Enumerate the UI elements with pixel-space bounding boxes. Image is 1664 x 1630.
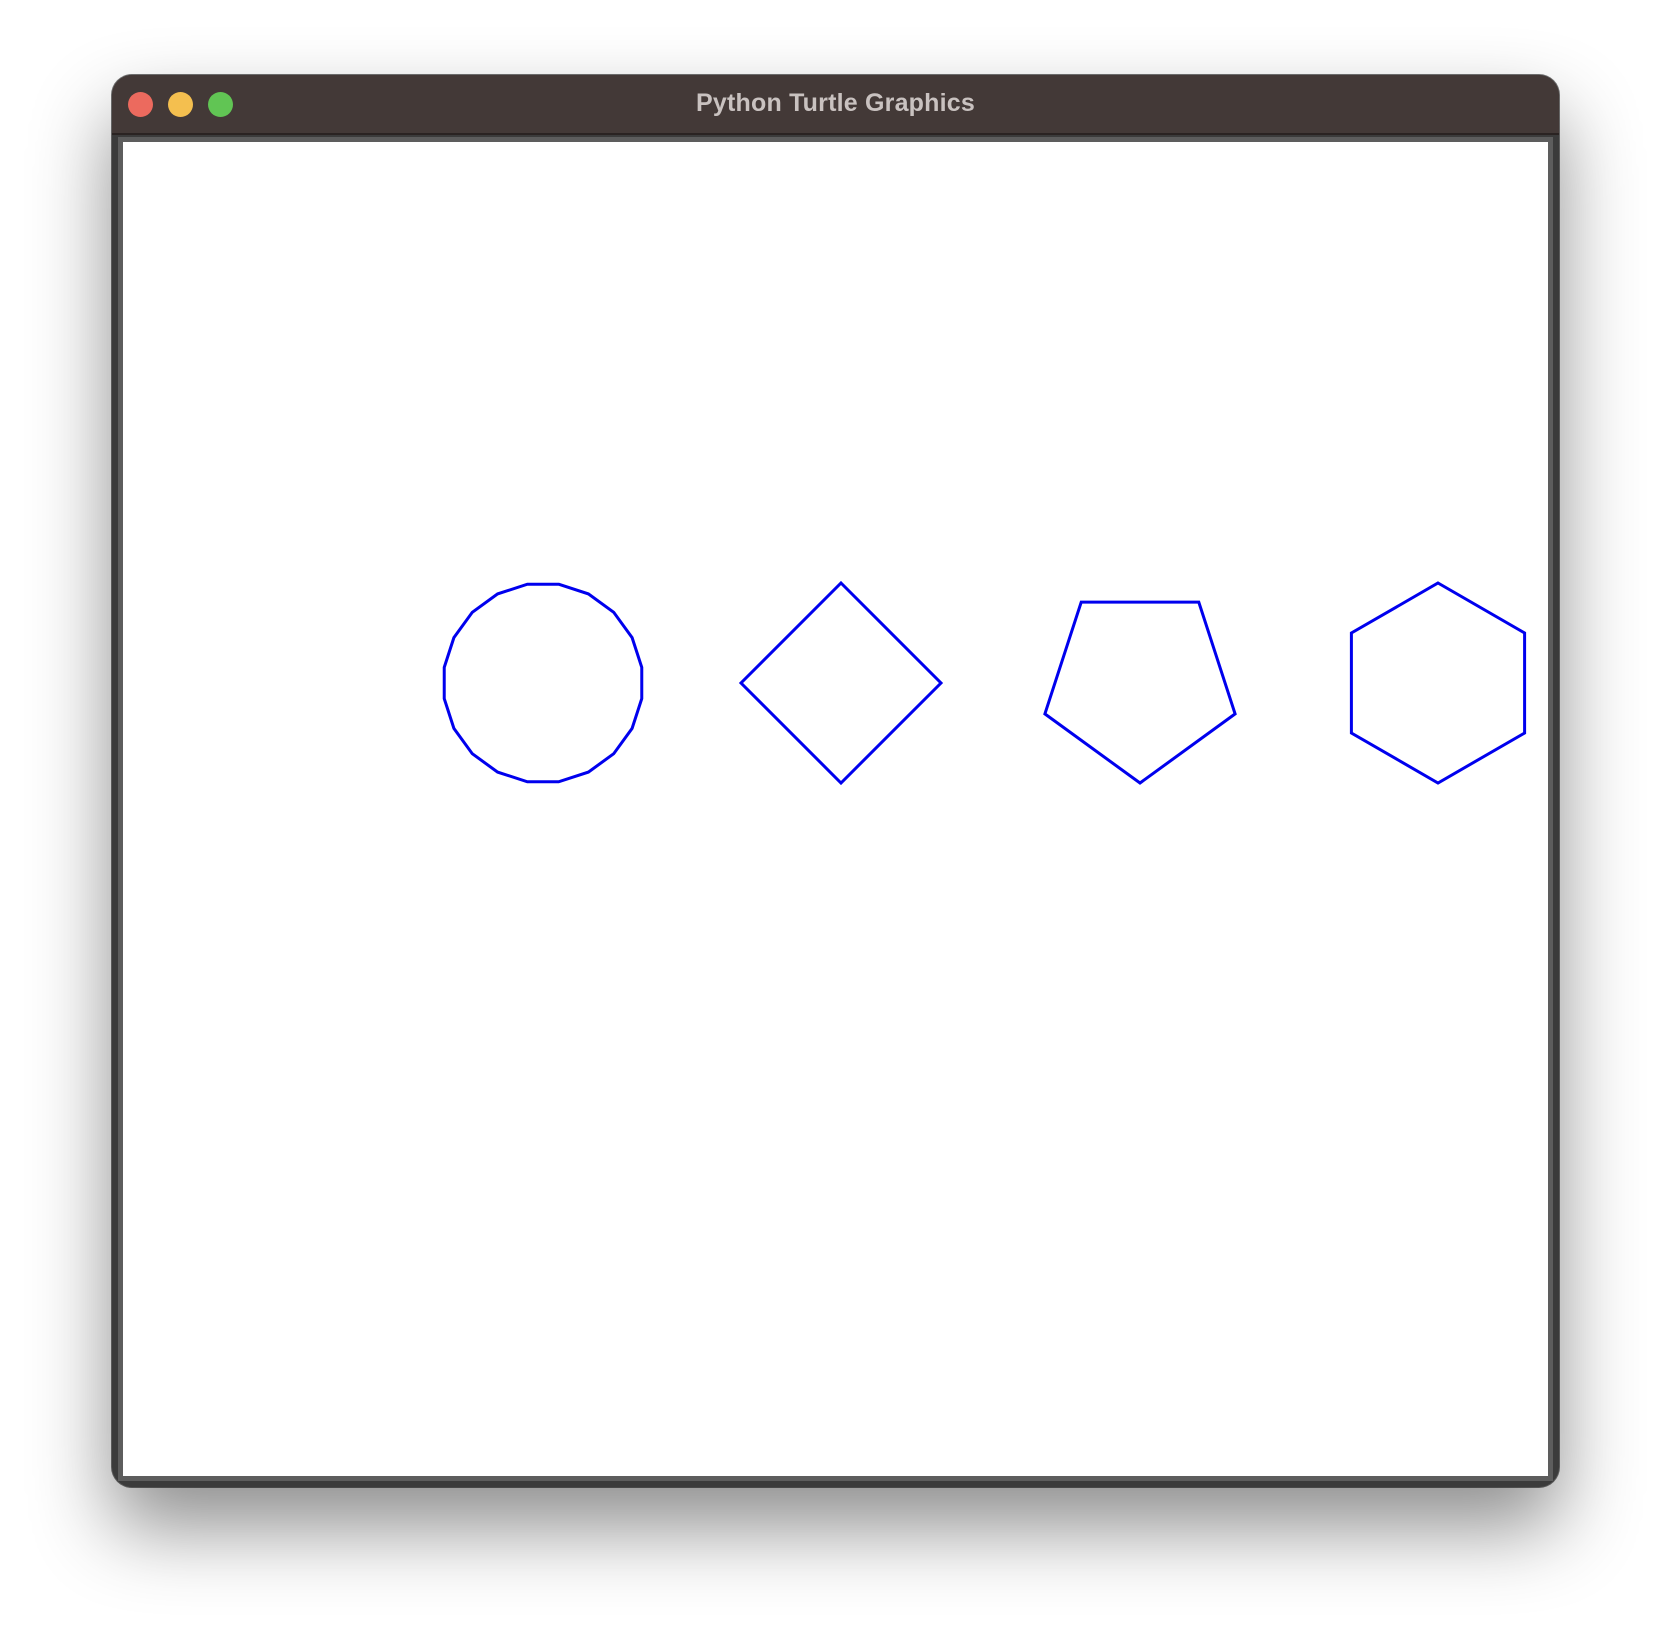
- circle-20-gon-shape: [442, 582, 644, 784]
- pentagon-shape: [1043, 600, 1237, 785]
- hexagon-shape: [1349, 581, 1527, 785]
- turtle-canvas[interactable]: [123, 142, 1548, 1476]
- window-title: Python Turtle Graphics: [696, 89, 975, 117]
- title-bar[interactable]: Python Turtle Graphics: [112, 75, 1559, 135]
- turtle-window: Python Turtle Graphics: [112, 75, 1559, 1487]
- canvas-border: [118, 137, 1553, 1481]
- shapes-drawing: [442, 580, 1527, 786]
- diamond-square-shape: [738, 580, 944, 786]
